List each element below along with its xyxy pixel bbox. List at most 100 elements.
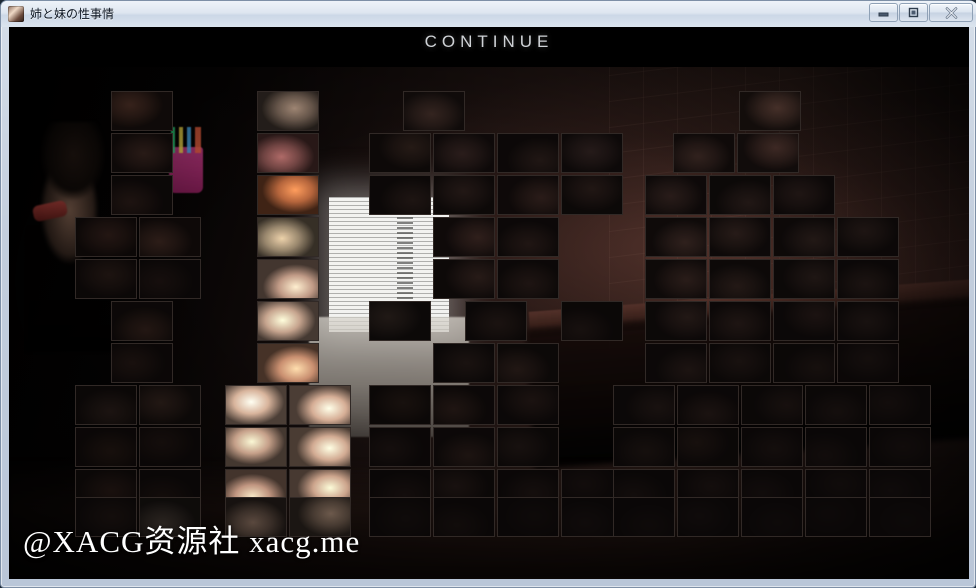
gallery-thumbnail[interactable]	[773, 259, 835, 299]
gallery-thumbnail[interactable]	[111, 133, 173, 173]
gallery-thumbnail-image	[678, 428, 738, 466]
gallery-thumbnail[interactable]	[497, 259, 559, 299]
gallery-thumbnail[interactable]	[677, 497, 739, 537]
close-button[interactable]	[929, 3, 973, 22]
gallery-thumbnail[interactable]	[111, 175, 173, 215]
minimize-button[interactable]	[869, 3, 898, 22]
gallery-thumbnail[interactable]	[139, 385, 201, 425]
gallery-thumbnail[interactable]	[741, 427, 803, 467]
gallery-thumbnail[interactable]	[561, 175, 623, 215]
gallery-thumbnail[interactable]	[75, 259, 137, 299]
gallery-thumbnail[interactable]	[369, 385, 431, 425]
gallery-thumbnail[interactable]	[869, 497, 931, 537]
gallery-thumbnail[interactable]	[645, 259, 707, 299]
gallery-thumbnail[interactable]	[465, 301, 527, 341]
gallery-thumbnail[interactable]	[111, 91, 173, 131]
gallery-thumbnail[interactable]	[805, 497, 867, 537]
gallery-thumbnail[interactable]	[369, 497, 431, 537]
gallery-thumbnail[interactable]	[645, 343, 707, 383]
gallery-thumbnail[interactable]	[225, 385, 287, 425]
title-bar[interactable]: 姉と妹の性事情	[1, 1, 976, 27]
gallery-thumbnail[interactable]	[139, 259, 201, 299]
gallery-thumbnail[interactable]	[369, 133, 431, 173]
gallery-thumbnail[interactable]	[497, 427, 559, 467]
gallery-thumbnail[interactable]	[561, 301, 623, 341]
gallery-thumbnail[interactable]	[497, 497, 559, 537]
gallery-thumbnail[interactable]	[739, 91, 801, 131]
gallery-thumbnail[interactable]	[433, 133, 495, 173]
gallery-thumbnail[interactable]	[869, 385, 931, 425]
gallery-thumbnail[interactable]	[709, 343, 771, 383]
gallery-thumbnail[interactable]	[433, 343, 495, 383]
gallery-thumbnail[interactable]	[257, 343, 319, 383]
gallery-thumbnail[interactable]	[497, 385, 559, 425]
gallery-thumbnail-image	[742, 386, 802, 424]
gallery-thumbnail[interactable]	[257, 301, 319, 341]
gallery-thumbnail[interactable]	[139, 427, 201, 467]
gallery-thumbnail[interactable]	[75, 427, 137, 467]
gallery-thumbnail[interactable]	[497, 175, 559, 215]
gallery-thumbnail[interactable]	[741, 385, 803, 425]
gallery-thumbnail[interactable]	[433, 427, 495, 467]
gallery-thumbnail[interactable]	[773, 175, 835, 215]
gallery-thumbnail[interactable]	[433, 259, 495, 299]
gallery-thumbnail[interactable]	[677, 385, 739, 425]
gallery-thumbnail[interactable]	[837, 343, 899, 383]
gallery-thumbnail[interactable]	[257, 175, 319, 215]
gallery-thumbnail[interactable]	[613, 497, 675, 537]
gallery-thumbnail[interactable]	[139, 217, 201, 257]
gallery-thumbnail[interactable]	[709, 175, 771, 215]
gallery-thumbnail[interactable]	[225, 427, 287, 467]
gallery-thumbnail[interactable]	[737, 133, 799, 173]
gallery-thumbnail[interactable]	[645, 175, 707, 215]
gallery-thumbnail[interactable]	[837, 259, 899, 299]
gallery-thumbnail[interactable]	[709, 259, 771, 299]
maximize-button[interactable]	[899, 3, 928, 22]
gallery-thumbnail[interactable]	[289, 385, 351, 425]
gallery-thumbnail[interactable]	[709, 301, 771, 341]
gallery-thumbnail[interactable]	[645, 217, 707, 257]
gallery-thumbnail[interactable]	[289, 427, 351, 467]
gallery-thumbnail[interactable]	[677, 427, 739, 467]
gallery-thumbnail[interactable]	[369, 175, 431, 215]
scene-thumbnail-grid[interactable]	[9, 27, 969, 579]
gallery-thumbnail[interactable]	[369, 427, 431, 467]
gallery-thumbnail[interactable]	[257, 217, 319, 257]
gallery-thumbnail[interactable]	[773, 301, 835, 341]
gallery-thumbnail[interactable]	[111, 343, 173, 383]
gallery-thumbnail[interactable]	[561, 133, 623, 173]
gallery-thumbnail[interactable]	[869, 427, 931, 467]
gallery-thumbnail[interactable]	[709, 217, 771, 257]
gallery-thumbnail[interactable]	[369, 301, 431, 341]
continue-header[interactable]: CONTINUE	[9, 32, 969, 52]
gallery-thumbnail[interactable]	[837, 301, 899, 341]
gallery-thumbnail-image	[258, 218, 318, 256]
gallery-thumbnail[interactable]	[773, 343, 835, 383]
gallery-thumbnail-image	[774, 302, 834, 340]
gallery-thumbnail[interactable]	[673, 133, 735, 173]
gallery-thumbnail[interactable]	[497, 343, 559, 383]
game-client-area[interactable]: CONTINUE @XACG资源社 xacg.me	[9, 27, 969, 579]
gallery-thumbnail[interactable]	[257, 259, 319, 299]
gallery-thumbnail[interactable]	[257, 133, 319, 173]
gallery-thumbnail[interactable]	[837, 217, 899, 257]
gallery-thumbnail[interactable]	[433, 217, 495, 257]
gallery-thumbnail[interactable]	[613, 427, 675, 467]
gallery-thumbnail[interactable]	[75, 217, 137, 257]
gallery-thumbnail[interactable]	[805, 427, 867, 467]
gallery-thumbnail[interactable]	[497, 217, 559, 257]
gallery-thumbnail[interactable]	[497, 133, 559, 173]
gallery-thumbnail[interactable]	[613, 385, 675, 425]
gallery-thumbnail[interactable]	[75, 385, 137, 425]
gallery-thumbnail-image	[498, 344, 558, 382]
gallery-thumbnail[interactable]	[805, 385, 867, 425]
gallery-thumbnail[interactable]	[433, 497, 495, 537]
gallery-thumbnail[interactable]	[433, 385, 495, 425]
gallery-thumbnail[interactable]	[741, 497, 803, 537]
gallery-thumbnail[interactable]	[257, 91, 319, 131]
gallery-thumbnail[interactable]	[773, 217, 835, 257]
gallery-thumbnail[interactable]	[111, 301, 173, 341]
gallery-thumbnail[interactable]	[645, 301, 707, 341]
gallery-thumbnail[interactable]	[433, 175, 495, 215]
gallery-thumbnail[interactable]	[403, 91, 465, 131]
